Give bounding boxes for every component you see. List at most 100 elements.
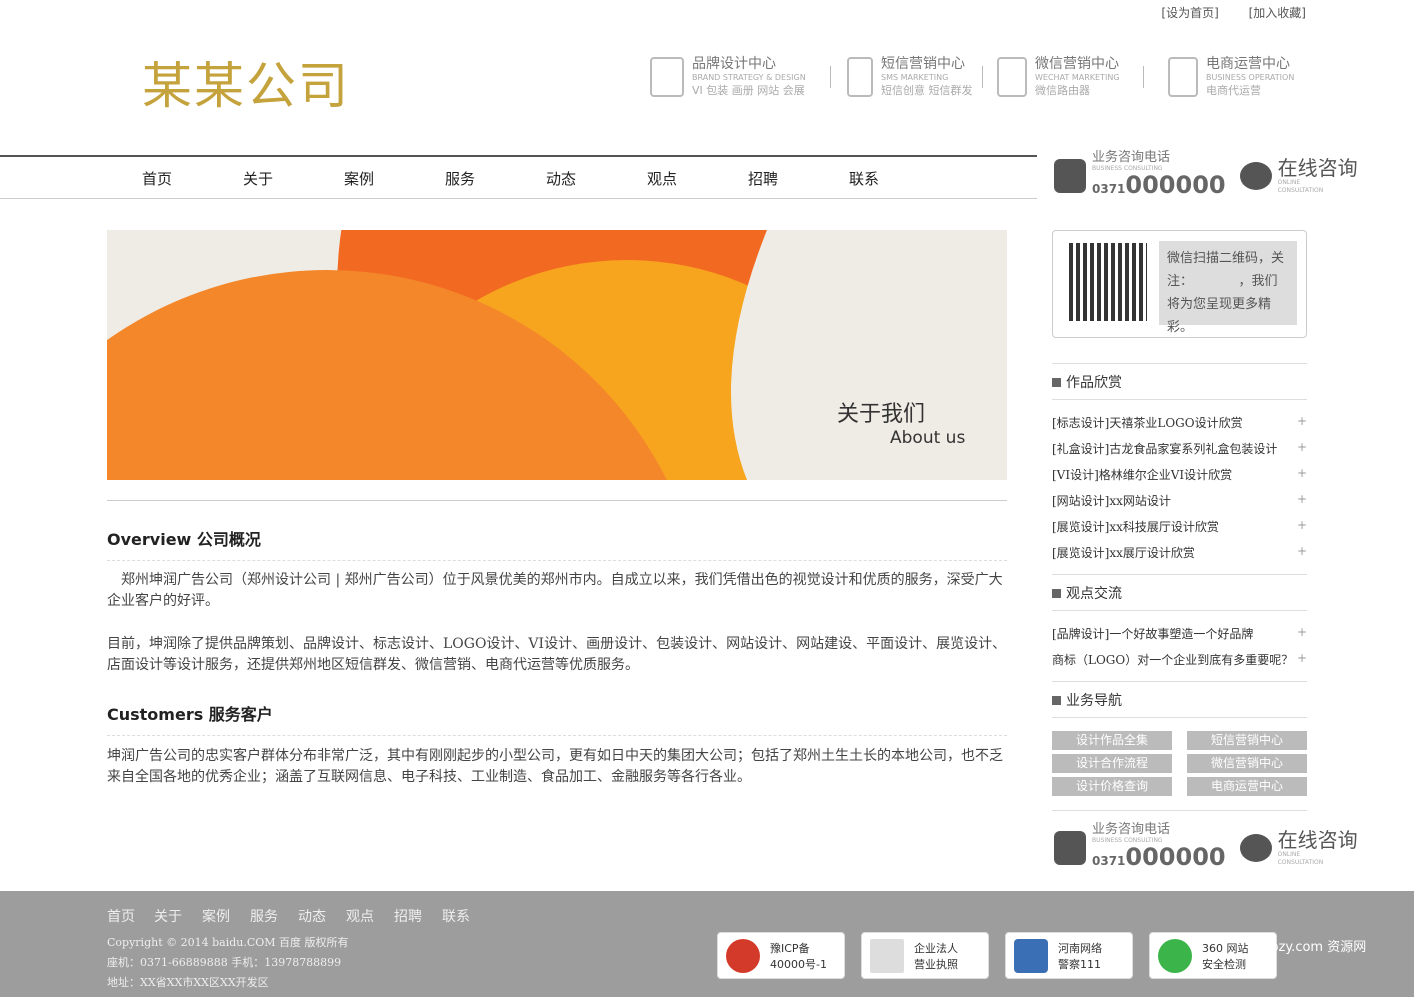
views-title: 观点交流 xyxy=(1052,583,1122,603)
qr-text: 微信扫描二维码，关注： ，我们将为您呈现更多精彩。 xyxy=(1159,241,1297,335)
biz-button[interactable]: 电商运营中心 xyxy=(1187,777,1307,796)
chat-icon[interactable] xyxy=(1239,834,1272,862)
divider xyxy=(1143,66,1144,88)
router-icon xyxy=(997,57,1027,97)
phone-icon xyxy=(1054,831,1086,865)
online-consult[interactable]: 在线咨询 xyxy=(1278,157,1358,179)
nav-about[interactable]: 关于 xyxy=(243,168,273,189)
feature-wechat[interactable]: 微信营销中心 WECHAT MARKETING 微信路由器 xyxy=(997,52,1120,102)
feature-ecommerce[interactable]: 电商运营中心 BUSINESS OPERATION 电商代运营 xyxy=(1168,52,1294,102)
banner-graphic xyxy=(107,230,1007,480)
nav-cases[interactable]: 案例 xyxy=(344,168,374,189)
list-item[interactable]: [展览设计]xx科技展厅设计欣赏 + xyxy=(1052,518,1307,535)
divider xyxy=(1052,681,1307,682)
overview-para-2: 目前，坤润除了提供品牌策划、品牌设计、标志设计、LOGO设计、VI设计、画册设计… xyxy=(107,636,1007,673)
phone-label: 业务咨询电话 xyxy=(1092,822,1171,837)
chat-icon[interactable] xyxy=(1239,162,1272,190)
divider xyxy=(107,735,1007,736)
qr-code xyxy=(1069,243,1147,321)
feature-title: 电商运营中心 xyxy=(1206,56,1290,72)
add-favorite-link[interactable]: [加入收藏] xyxy=(1249,6,1306,20)
safety-badge[interactable]: 360 网站 安全检测 xyxy=(1149,932,1277,979)
plus-icon: + xyxy=(1296,440,1307,454)
online-sub: CONSULTATION xyxy=(1277,859,1324,866)
feature-sub: BUSINESS OPERATION xyxy=(1206,73,1295,82)
bullet-icon xyxy=(1052,589,1061,598)
plus-icon: + xyxy=(1296,625,1307,639)
pen-icon xyxy=(650,57,684,97)
mobile-icon xyxy=(847,57,873,97)
online-consult[interactable]: 在线咨询 xyxy=(1278,829,1358,851)
feature-desc: 微信路由器 xyxy=(1035,84,1090,97)
feature-brand[interactable]: 品牌设计中心 BRAND STRATEGY & DESIGN VI 包装 画册 网站… xyxy=(650,52,806,102)
list-item[interactable]: [网站设计]xx网站设计 + xyxy=(1052,492,1307,509)
online-sub: ONLINE xyxy=(1277,851,1301,858)
biz-button[interactable]: 设计价格查询 xyxy=(1052,777,1172,796)
footer-nav-home[interactable]: 首页 xyxy=(107,906,135,926)
feature-sub: BRAND STRATEGY & DESIGN xyxy=(692,73,806,82)
divider xyxy=(1052,610,1307,611)
police-icon xyxy=(1014,938,1048,973)
list-item[interactable]: [VI设计]格林维尔企业VI设计欣赏 + xyxy=(1052,466,1307,483)
online-sub: CONSULTATION xyxy=(1277,187,1324,194)
feature-sub: SMS MARKETING xyxy=(881,73,949,82)
divider xyxy=(1052,399,1307,400)
divider xyxy=(1052,363,1307,364)
footer-tel: 座机：0371-66889888 手机：13978788899 xyxy=(107,956,342,969)
feature-desc: VI 包装 画册 网站 会展 xyxy=(692,84,805,97)
cube-icon xyxy=(1168,57,1198,97)
plus-icon: + xyxy=(1296,544,1307,558)
footer-nav-services[interactable]: 服务 xyxy=(250,906,278,926)
footer-nav-about[interactable]: 关于 xyxy=(154,906,182,926)
about-banner: 关于我们 About us xyxy=(107,230,1007,480)
phone-number: 0371000000 xyxy=(1092,171,1226,199)
nav-contact[interactable]: 联系 xyxy=(849,168,879,189)
footer-nav-contact[interactable]: 联系 xyxy=(442,906,470,926)
biz-button[interactable]: 微信营销中心 xyxy=(1187,754,1307,773)
phone-label: 业务咨询电话 xyxy=(1092,150,1171,165)
divider xyxy=(982,66,983,88)
list-item[interactable]: [展览设计]xx展厅设计欣赏 + xyxy=(1052,544,1307,561)
list-item[interactable]: [品牌设计]一个好故事塑造一个好品牌 + xyxy=(1052,625,1307,642)
feature-sms[interactable]: 短信营销中心 SMS MARKETING 短信创意 短信群发 xyxy=(847,52,973,102)
customers-para: 坤润广告公司的忠实客户群体分布非常广泛，其中有刚刚起步的小型公司，更有如日中天的… xyxy=(107,748,1003,785)
company-logo[interactable]: 某某公司 xyxy=(142,46,350,118)
list-item[interactable]: [标志设计]天禧茶业LOGO设计欣赏 + xyxy=(1052,414,1307,431)
banner-title-en: About us xyxy=(890,428,966,448)
nav-views[interactable]: 观点 xyxy=(647,168,677,189)
biz-button[interactable]: 短信营销中心 xyxy=(1187,731,1307,750)
license-badge[interactable]: 企业法人 营业执照 xyxy=(861,932,989,979)
contact-block-bottom: 业务咨询电话 BUSINESS CONSULTING 0371000000 在线咨询… xyxy=(1054,823,1358,873)
license-icon xyxy=(870,938,904,973)
divider xyxy=(107,560,1007,561)
bullet-icon xyxy=(1052,696,1061,705)
overview-title: Overview 公司概况 xyxy=(107,530,261,549)
banner-title-cn: 关于我们 xyxy=(837,402,926,427)
nav-home[interactable]: 首页 xyxy=(142,168,172,189)
nav-jobs[interactable]: 招聘 xyxy=(748,168,778,189)
nav-services[interactable]: 服务 xyxy=(445,168,475,189)
footer-nav-news[interactable]: 动态 xyxy=(298,906,326,926)
feature-desc: 电商代运营 xyxy=(1206,84,1261,97)
police-badge[interactable]: 河南网络 警察111 xyxy=(1005,932,1133,979)
customers-title: Customers 服务客户 xyxy=(107,705,273,724)
plus-icon: + xyxy=(1296,518,1307,532)
biz-button[interactable]: 设计合作流程 xyxy=(1052,754,1172,773)
nav-news[interactable]: 动态 xyxy=(546,168,576,189)
feature-title: 微信营销中心 xyxy=(1035,56,1119,72)
biz-button[interactable]: 设计作品全集 xyxy=(1052,731,1172,750)
footer-nav-jobs[interactable]: 招聘 xyxy=(394,906,422,926)
list-item[interactable]: 商标（LOGO）对一个企业到底有多重要呢？ + xyxy=(1052,651,1307,668)
feature-title: 品牌设计中心 xyxy=(692,56,776,72)
biz-title: 业务导航 xyxy=(1052,690,1122,710)
footer-nav-views[interactable]: 观点 xyxy=(346,906,374,926)
emblem-icon xyxy=(726,938,760,973)
footer-address: 地址：XX省XX市XX区XX开发区 xyxy=(107,976,269,989)
icp-badge[interactable]: 豫ICP备 40000号-1 xyxy=(717,932,845,979)
set-homepage-link[interactable]: [设为首页] xyxy=(1161,6,1218,20)
plus-icon: + xyxy=(1296,414,1307,428)
list-item[interactable]: [礼盒设计]古龙食品家宴系列礼盒包装设计 + xyxy=(1052,440,1307,457)
divider xyxy=(1052,574,1307,575)
plus-icon: + xyxy=(1296,492,1307,506)
footer-nav-cases[interactable]: 案例 xyxy=(202,906,230,926)
